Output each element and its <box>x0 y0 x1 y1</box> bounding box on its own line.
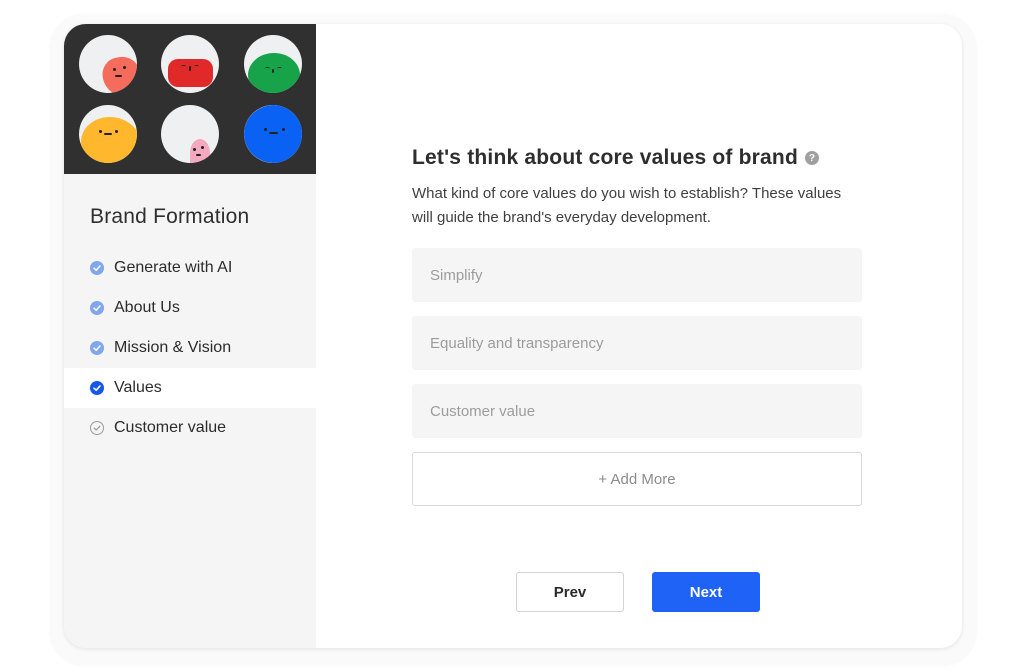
step-mission-vision[interactable]: Mission & Vision <box>64 328 316 368</box>
step-customer-value[interactable]: Customer value <box>64 408 316 448</box>
next-button[interactable]: Next <box>652 572 760 612</box>
check-circle-icon <box>90 341 104 355</box>
step-label: About Us <box>114 299 180 316</box>
check-circle-icon <box>90 381 104 395</box>
app-window: Brand Formation Generate with AI About U… <box>64 24 962 648</box>
check-circle-icon <box>90 301 104 315</box>
value-input-1[interactable] <box>412 248 862 302</box>
face-avatar-coral <box>79 35 137 93</box>
prev-button[interactable]: Prev <box>516 572 624 612</box>
main-panel: Let's think about core values of brand ?… <box>316 24 962 648</box>
page-title-text: Let's think about core values of brand <box>412 146 798 169</box>
check-circle-icon <box>90 261 104 275</box>
step-list: Generate with AI About Us Mission & Visi… <box>64 248 316 448</box>
value-input-3[interactable] <box>412 384 862 438</box>
step-generate-with-ai[interactable]: Generate with AI <box>64 248 316 288</box>
step-label: Generate with AI <box>114 259 233 276</box>
add-more-button[interactable]: + Add More <box>412 452 862 506</box>
step-label: Customer value <box>114 419 227 436</box>
sidebar-title: Brand Formation <box>90 205 250 228</box>
face-avatar-yellow <box>79 105 137 163</box>
step-about-us[interactable]: About Us <box>64 288 316 328</box>
face-avatar-red <box>161 35 219 93</box>
sidebar: Brand Formation Generate with AI About U… <box>64 24 316 648</box>
help-circle-icon[interactable]: ? <box>805 151 819 165</box>
value-input-2[interactable] <box>412 316 862 370</box>
page-title: Let's think about core values of brand ? <box>412 146 819 170</box>
step-label: Mission & Vision <box>114 339 232 356</box>
face-avatar-pink <box>161 105 219 163</box>
step-label: Values <box>114 379 162 396</box>
face-avatar-blue <box>244 105 302 163</box>
step-values[interactable]: Values <box>64 368 316 408</box>
avatar-illustration <box>64 24 316 174</box>
check-circle-outline-icon <box>90 421 104 435</box>
face-avatar-green <box>244 35 302 93</box>
page-description: What kind of core values do you wish to … <box>412 185 842 226</box>
